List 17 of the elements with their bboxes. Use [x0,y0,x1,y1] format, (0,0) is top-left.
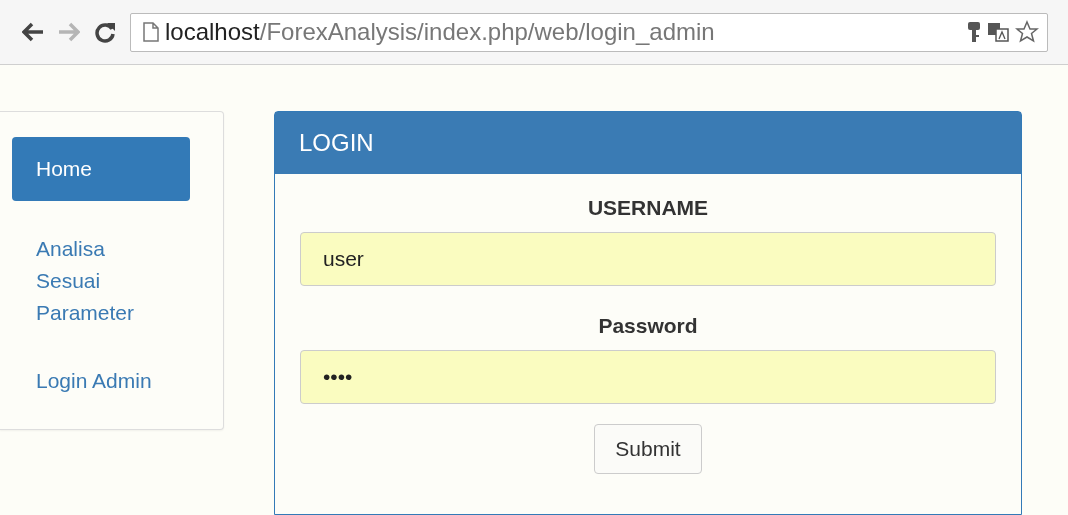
input-field[interactable]: •••• [300,350,996,404]
reload-button[interactable] [94,21,116,43]
field-label: USERNAME [587,196,709,220]
submit-button[interactable]: Submit [594,424,702,474]
back-button[interactable] [22,22,44,42]
nav-link[interactable]: Login Admin [12,361,190,401]
nav-link[interactable]: Home [12,137,190,201]
nav-link[interactable]: Analisa Sesuai Parameter [12,229,190,333]
url-text: localhost/ForexAnalysis/index.php/web/login_admin [165,18,716,46]
panel-header: LOGIN [275,112,1021,174]
input-field[interactable]: user [300,232,996,286]
translate-icon[interactable] [987,22,1009,42]
key-icon[interactable] [967,21,981,43]
address-bar[interactable]: localhost/ForexAnalysis/index.php/web/login_admin [130,12,1048,52]
star-icon[interactable] [1015,20,1039,44]
page-icon [143,22,159,42]
field-label: Password [598,314,698,338]
